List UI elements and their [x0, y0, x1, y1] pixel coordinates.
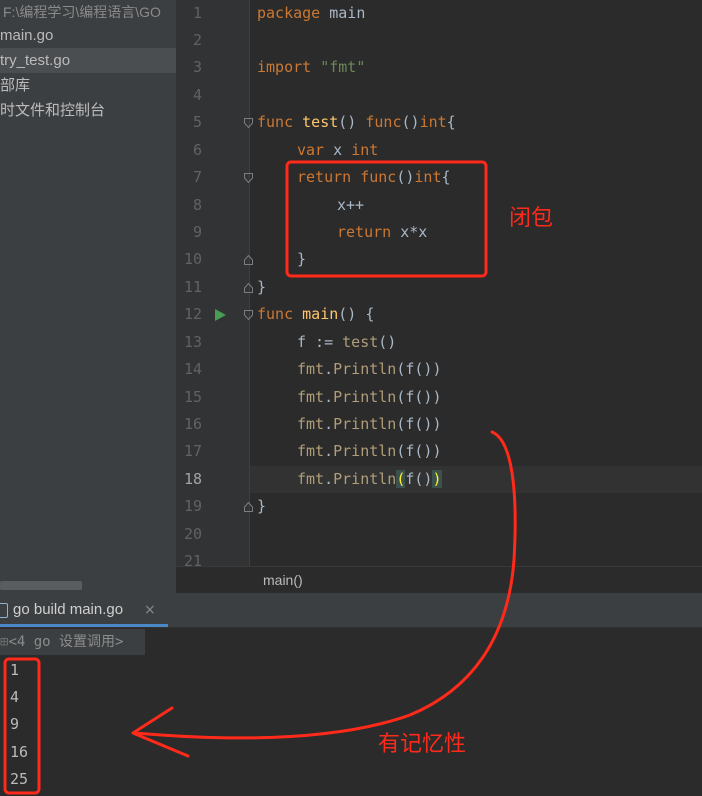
memory-annotation: 有记忆性	[378, 732, 467, 757]
closure-annotation: 闭包	[509, 206, 554, 231]
memory-arrow	[133, 430, 517, 740]
closure-highlight-box	[285, 160, 488, 278]
annotation-layer	[3, 160, 517, 795]
arrow-head	[131, 706, 190, 758]
output-highlight-box	[3, 657, 41, 795]
